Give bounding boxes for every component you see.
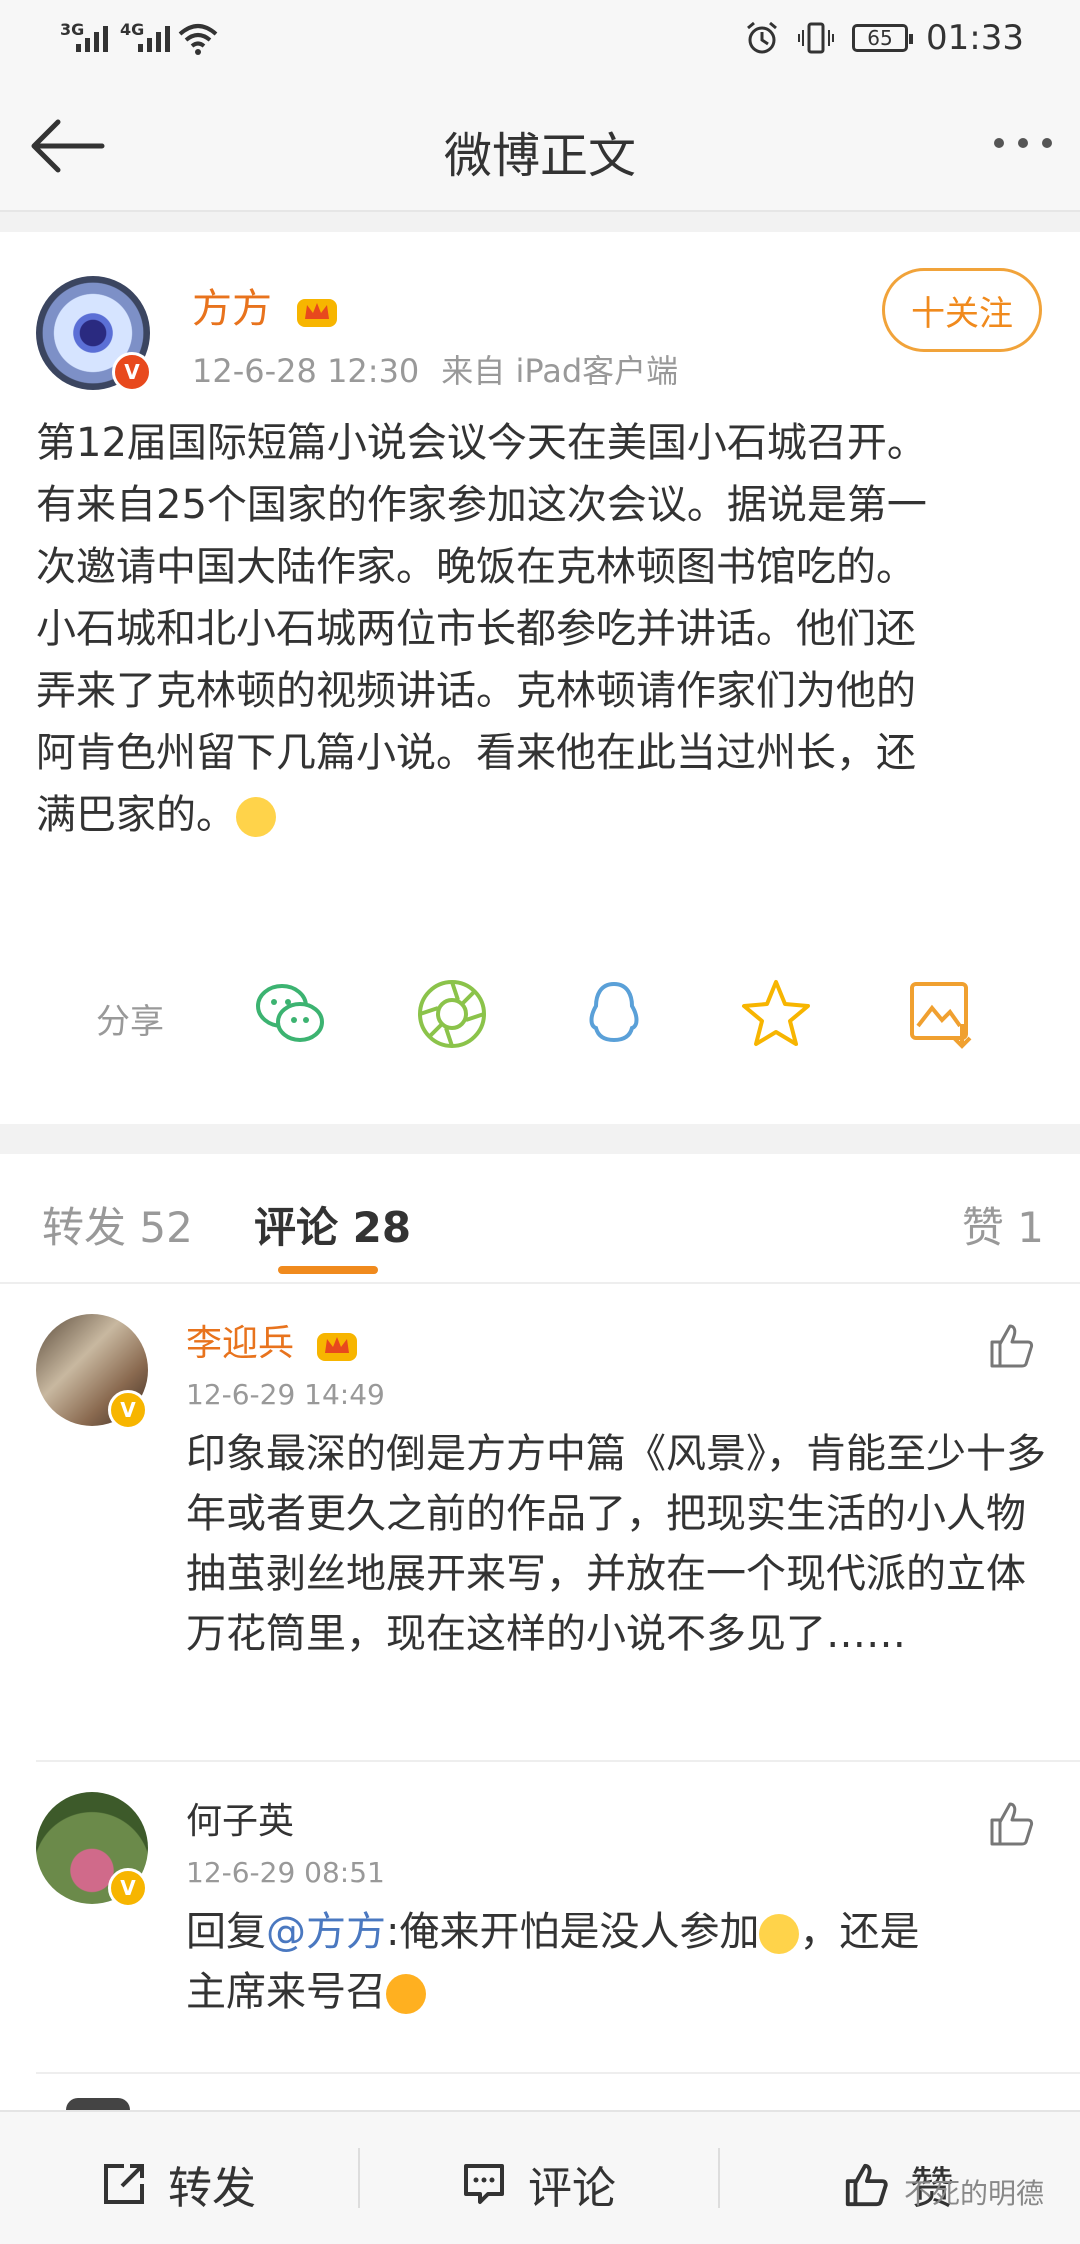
- comment-line: 主席来号召: [186, 1962, 1046, 2022]
- post-source: 来自 iPad客户端: [441, 352, 679, 390]
- page-title: 微博正文: [443, 128, 636, 184]
- post-line: 有来自25个国家的作家参加这次会议。据说是第一: [36, 482, 927, 528]
- verified-badge-icon: V: [108, 1868, 148, 1908]
- comment-text: 印象最深的倒是方方中篇《风景》，肯能至少十多年或者更久之前的作品了，把现实生活的…: [186, 1431, 1046, 1657]
- divider: [0, 212, 1080, 232]
- post-line: 小石城和北小石城两位市长都参吃并讲话。他们还: [36, 606, 916, 652]
- watermark: 不死的明德: [903, 2177, 1044, 2210]
- more-menu-icon[interactable]: [994, 138, 1052, 148]
- thinking-emoji-icon: [236, 797, 276, 837]
- wifi-icon: [178, 24, 218, 55]
- post-tabs: 转发 52 评论 28 赞 1: [0, 1154, 1080, 1284]
- post-line: 阿肯色州留下几篇小说。看来他在此当过州长，还: [36, 730, 916, 776]
- nav-bar: 微博正文: [0, 80, 1080, 212]
- post-line: 弄来了克林顿的视频讲话。克林顿请作家们为他的: [36, 668, 916, 714]
- tab-repost[interactable]: 转发 52: [42, 1194, 193, 1255]
- verified-badge-icon: V: [112, 352, 152, 392]
- comment-line: 回复@方方:俺来开怕是没人参加 ，还是: [186, 1902, 1046, 1962]
- weibo-post: V 方方 12-6-28 12:30 来自 iPad客户端 十关注 第12届国际短…: [0, 232, 1080, 1124]
- status-bar: 3G 4G 65 01:33: [0, 0, 1080, 80]
- tab-comments[interactable]: 评论 28: [254, 1194, 411, 1255]
- comment-text-part: ，还是: [799, 1909, 920, 1955]
- save-image-icon[interactable]: [904, 976, 980, 1052]
- crown-vip-icon: [317, 1333, 358, 1361]
- comment-author[interactable]: 何子英: [186, 1792, 294, 1844]
- battery-indicator: 65: [852, 24, 914, 52]
- repost-icon: [104, 2164, 144, 2204]
- thumbs-up-icon[interactable]: [986, 1320, 1036, 1370]
- comment-time: 12-6-29 08:51: [186, 1856, 385, 1889]
- avatar: [66, 2098, 130, 2110]
- comment-time: 12-6-29 14:49: [186, 1378, 385, 1411]
- divider: [0, 1124, 1080, 1154]
- comment-icon: [464, 2164, 504, 2204]
- comment-author[interactable]: 李迎兵: [186, 1314, 359, 1366]
- mention-link[interactable]: @方方: [266, 1909, 386, 1955]
- signal-bars-icon: [76, 26, 108, 52]
- author-name[interactable]: 方方: [192, 276, 339, 334]
- alarm-icon: [747, 21, 777, 54]
- post-line: 满巴家的。: [36, 784, 1046, 846]
- post-line: 第12届国际短篇小说会议今天在美国小石城召开。: [36, 420, 927, 466]
- verified-badge-icon: V: [108, 1390, 148, 1430]
- share-row: 分享: [0, 960, 1080, 1060]
- comment-reply-prefix: 回复: [186, 1909, 266, 1955]
- post-time: 12-6-28 12:30: [192, 352, 420, 390]
- wechat-icon[interactable]: [252, 976, 328, 1052]
- clock: 01:33: [926, 18, 1024, 58]
- divider: [36, 2072, 1080, 2074]
- post-line: 次邀请中国大陆作家。晚饭在克林顿图书馆吃的。: [36, 544, 916, 590]
- post-line-text: 满巴家的。: [36, 792, 236, 838]
- divider: [718, 2148, 720, 2208]
- post-meta: 12-6-28 12:30 来自 iPad客户端: [192, 346, 678, 392]
- thinking-emoji-icon: [759, 1914, 800, 1954]
- signal-bars-icon: [138, 26, 170, 52]
- comment-text-part: 主席来号召: [186, 1969, 386, 2015]
- qzone-star-icon[interactable]: [738, 976, 814, 1052]
- laughing-emoji-icon: [386, 1974, 426, 2014]
- active-tab-indicator: [278, 1266, 378, 1274]
- repost-label: 转发: [168, 2163, 256, 2214]
- thumbs-up-icon: [845, 2163, 888, 2207]
- moments-icon[interactable]: [414, 976, 490, 1052]
- comment-button[interactable]: 评论: [460, 2152, 616, 2216]
- thumbs-up-icon[interactable]: [986, 1798, 1036, 1848]
- crown-vip-icon: [296, 299, 337, 327]
- comment-text-part: :俺来开怕是没人参加: [386, 1909, 760, 1955]
- repost-button[interactable]: 转发: [100, 2152, 256, 2216]
- comment-author-text: 李迎兵: [186, 1323, 295, 1364]
- comment-item: V 李迎兵 12-6-29 14:49 印象最深的倒是方方中篇《风景》，肯能至少…: [0, 1284, 1080, 1762]
- divider: [358, 2148, 360, 2208]
- comment-label: 评论: [528, 2163, 616, 2214]
- bottom-action-bar: 转发 评论 赞 不死的明德: [0, 2110, 1080, 2244]
- tab-likes[interactable]: 赞 1: [962, 1194, 1044, 1255]
- vibrate-icon: [798, 22, 835, 54]
- post-body: 第12届国际短篇小说会议今天在美国小石城召开。 有来自25个国家的作家参加这次会…: [36, 412, 1046, 846]
- follow-button[interactable]: 十关注: [882, 268, 1042, 352]
- qq-icon[interactable]: [576, 976, 652, 1052]
- author-name-text: 方方: [192, 286, 272, 332]
- share-label: 分享: [96, 1002, 164, 1042]
- comment-text: 回复@方方:俺来开怕是没人参加 ，还是 主席来号召: [186, 1902, 1046, 2022]
- comment-item: V 何子英 12-6-29 08:51 回复@方方:俺来开怕是没人参加 ，还是 主…: [0, 1762, 1080, 2074]
